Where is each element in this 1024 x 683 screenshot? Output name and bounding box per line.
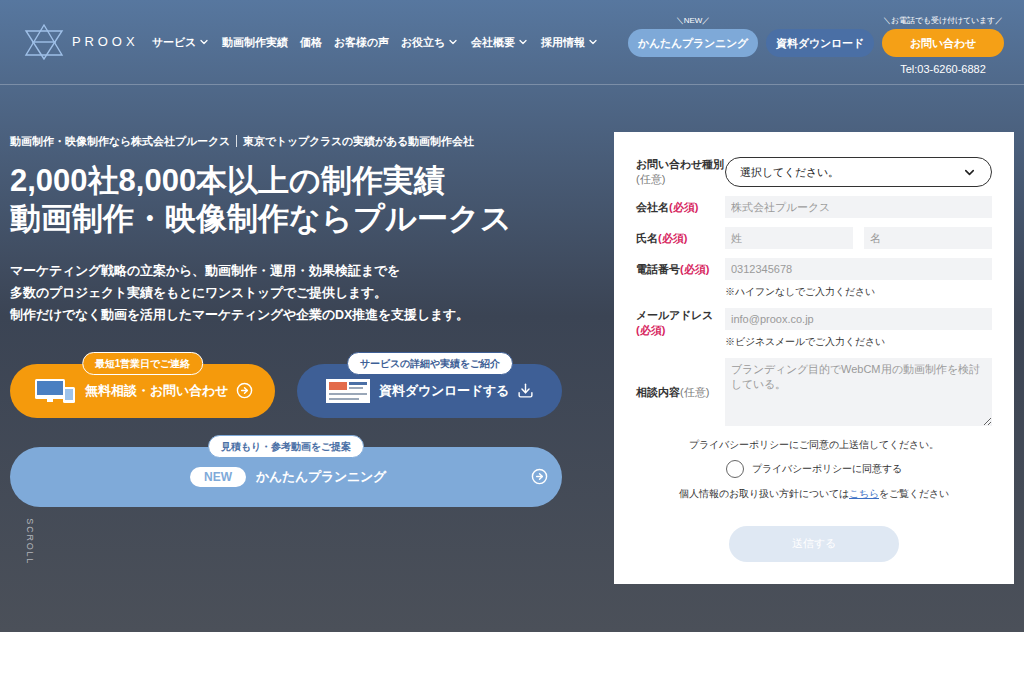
- download-icon: [517, 382, 534, 399]
- cta-badge: 見積もり・参考動画をご提案: [208, 435, 364, 458]
- field-label: お問い合わせ種別(任意): [636, 157, 725, 187]
- scroll-indicator: SCROLL: [6, 535, 53, 549]
- header-actions: ＼NEW／ かんたんプランニング資料ダウンロード ＼お電話でも受け付けています／ お問…: [628, 7, 1004, 78]
- main-nav: サービス動画制作実績価格お客様の声お役立ち会社概要採用情報: [152, 34, 599, 51]
- chevron-down-icon: [587, 36, 599, 48]
- optional-tag: (任意): [680, 386, 709, 398]
- field-label: 氏名(必須): [636, 227, 725, 249]
- tel[interactable]: Tel:03-6260-6882: [900, 61, 986, 78]
- field-label: メールアドレス(必須): [636, 308, 725, 338]
- field-label: 電話番号(必須): [636, 258, 725, 280]
- required-tag: (必須): [680, 263, 709, 275]
- new-tag: NEW: [190, 467, 246, 487]
- optional-tag: (任意): [636, 173, 665, 185]
- nav-item[interactable]: 価格: [300, 34, 322, 51]
- field-label: 会社名(必須): [636, 196, 725, 218]
- required-tag: (必須): [669, 201, 698, 213]
- form-row: メールアドレス(必須)※ビジネスメールでご入力ください: [636, 308, 992, 349]
- required-tag: (必須): [658, 232, 687, 244]
- cta-badge: 最短1営業日でご連絡: [82, 352, 204, 375]
- new-note: ＼NEW／: [676, 15, 711, 27]
- cta-badge: サービスの詳細や実績をご紹介: [347, 352, 513, 375]
- hero-content: 動画制作・映像制作なら株式会社プルークス東京でトップクラスの実績がある動画制作会…: [10, 85, 575, 584]
- field-label: 相談内容(任意): [636, 358, 725, 426]
- message-textarea[interactable]: [725, 358, 992, 426]
- logo-icon: [22, 22, 66, 62]
- logo[interactable]: PROOX: [22, 22, 138, 62]
- hero-background: PROOX サービス動画制作実績価格お客様の声お役立ち会社概要採用情報 ＼NEW／ か…: [0, 0, 1024, 632]
- monitor-icon: [33, 377, 77, 405]
- field-note: ※ハイフンなしでご入力ください: [725, 284, 992, 299]
- text-input[interactable]: [725, 258, 992, 280]
- arrow-right-icon: [236, 382, 253, 399]
- text-input[interactable]: [864, 227, 992, 249]
- inquiry-type-select[interactable]: 選択してください。: [725, 157, 992, 187]
- policy-link[interactable]: こちら: [849, 488, 879, 499]
- form-row: 氏名(必須): [636, 227, 992, 249]
- arrow-right-icon: [531, 468, 548, 485]
- nav-item[interactable]: 会社概要: [471, 34, 529, 51]
- phone-note: ＼お電話でも受け付けています／: [883, 15, 1003, 27]
- required-tag: (必須): [636, 324, 665, 336]
- hero-title: 2,000社8,000本以上の制作実績動画制作・映像制作ならプルークス: [10, 162, 575, 238]
- form-row: お問い合わせ種別(任意)選択してください。: [636, 157, 992, 187]
- text-input[interactable]: [725, 196, 992, 218]
- text-input[interactable]: [725, 227, 853, 249]
- download-button[interactable]: 資料ダウンロード: [766, 29, 874, 58]
- nav-item[interactable]: お役立ち: [401, 34, 459, 51]
- agree-checkbox[interactable]: プライバシーポリシーに同意する: [636, 460, 992, 478]
- chevron-down-icon: [517, 36, 529, 48]
- hero-description: マーケティング戦略の立案から、動画制作・運用・効果検証までを多数のプロジェクト実…: [10, 260, 575, 326]
- nav-item[interactable]: 採用情報: [541, 34, 599, 51]
- contact-form: お問い合わせ種別(任意)選択してください。会社名(必須)氏名(必須)電話番号(必…: [614, 132, 1014, 584]
- submit-button[interactable]: 送信する: [729, 526, 899, 562]
- below-hero: [0, 632, 1024, 683]
- hero-lead: 動画制作・映像制作なら株式会社プルークス東京でトップクラスの実績がある動画制作会…: [10, 133, 575, 150]
- form-row: 会社名(必須): [636, 196, 992, 218]
- contact-button[interactable]: お問い合わせ: [882, 29, 1004, 58]
- field-note: ※ビジネスメールでご入力ください: [725, 334, 992, 349]
- policy-text: 個人情報のお取り扱い方針についてはこちらをご覧ください: [636, 487, 992, 501]
- site-header: PROOX サービス動画制作実績価格お客様の声お役立ち会社概要採用情報 ＼NEW／ か…: [0, 0, 1024, 85]
- chevron-down-icon: [447, 36, 459, 48]
- planning-button[interactable]: かんたんプランニング: [628, 29, 758, 58]
- chevron-down-icon: [962, 165, 977, 180]
- page: PROOX サービス動画制作実績価格お客様の声お役立ち会社概要採用情報 ＼NEW／ か…: [0, 0, 1024, 683]
- chevron-down-icon: [198, 36, 210, 48]
- nav-item[interactable]: 動画制作実績: [222, 34, 288, 51]
- nav-item[interactable]: お客様の声: [334, 34, 389, 51]
- form-row: 電話番号(必須)※ハイフンなしでご入力ください: [636, 258, 992, 299]
- nav-item[interactable]: サービス: [152, 34, 210, 51]
- privacy-notice: プライバシーポリシーにご同意の上送信してください。: [636, 438, 992, 452]
- document-icon: [325, 377, 371, 405]
- text-input[interactable]: [725, 308, 992, 330]
- form-row: 相談内容(任意): [636, 358, 992, 426]
